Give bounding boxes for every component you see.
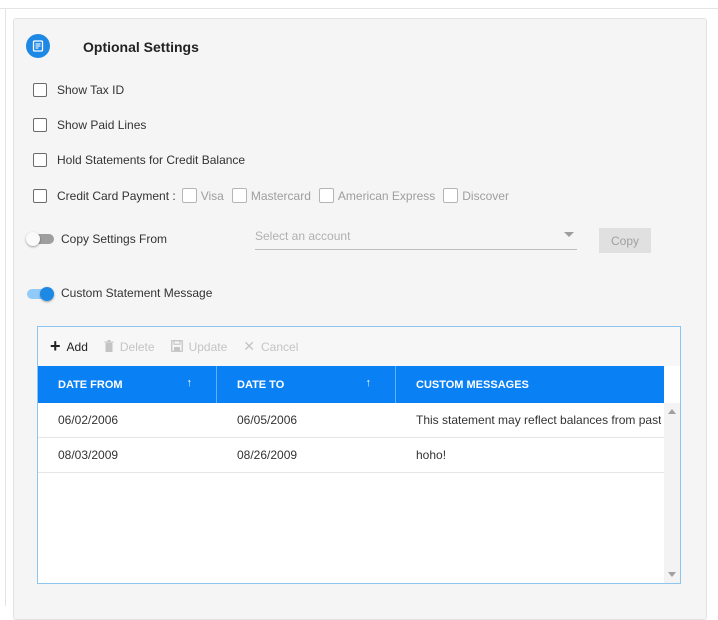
left-divider [5,8,6,606]
copy-settings-label: Copy Settings From [61,232,168,246]
copy-settings-toggle[interactable] [26,230,54,248]
update-button[interactable]: Update [170,339,228,355]
custom-messages-grid: + Add Delete Update ✕ Cancel DATE FROM ↑… [37,326,681,584]
grid-toolbar: + Add Delete Update ✕ Cancel [38,327,680,366]
option-credit-card-payment: Credit Card Payment : Visa Mastercard Am… [33,188,517,203]
section-title: Optional Settings [83,39,199,55]
option-show-paid-lines: Show Paid Lines [33,118,146,132]
sort-arrow-icon: ↑ [365,377,372,389]
table-row[interactable]: 08/03/2009 08/26/2009 hoho! [38,438,664,473]
toggle-knob [40,287,54,301]
american-express-label: American Express [337,188,436,203]
show-tax-id-label: Show Tax ID [57,83,125,97]
cell-date-to: 06/05/2006 [237,413,298,427]
show-paid-lines-checkbox[interactable] [33,118,47,132]
vertical-scrollbar[interactable] [664,403,680,583]
update-label: Update [188,339,228,354]
show-tax-id-checkbox[interactable] [33,83,47,97]
mastercard-label: Mastercard [250,188,311,203]
grid-header: DATE FROM ↑ DATE TO ↑ CUSTOM MESSAGES [38,366,664,403]
column-header-label: DATE FROM [58,378,123,391]
mastercard-checkbox[interactable] [231,188,247,203]
toggle-knob [26,232,40,246]
trash-icon [104,339,114,355]
credit-card-payment-label: Credit Card Payment : [57,188,176,203]
cell-date-from: 08/03/2009 [58,448,119,462]
column-header-date-from[interactable]: DATE FROM ↑ [38,366,217,403]
cancel-button[interactable]: ✕ Cancel [243,338,298,355]
column-header-date-to[interactable]: DATE TO ↑ [217,366,396,403]
hold-statements-label: Hold Statements for Credit Balance [57,153,246,167]
top-bar [0,0,718,9]
header-scroll-gap [664,366,680,403]
option-show-tax-id: Show Tax ID [33,83,124,97]
custom-message-toggle[interactable] [27,285,54,303]
delete-button[interactable]: Delete [104,339,155,355]
account-select[interactable]: Select an account [255,227,577,250]
visa-checkbox[interactable] [181,188,197,203]
cell-date-to: 08/26/2009 [237,448,298,462]
copy-button[interactable]: Copy [599,228,651,253]
visa-label: Visa [200,188,224,203]
delete-label: Delete [119,339,155,354]
discover-checkbox[interactable] [443,188,459,203]
column-header-custom-messages[interactable]: CUSTOM MESSAGES [396,366,664,403]
scroll-down-icon[interactable] [668,572,676,577]
cancel-label: Cancel [261,339,299,354]
cell-message: This statement may reflect balances from… [416,413,662,427]
credit-card-payment-checkbox[interactable] [33,188,47,203]
column-header-label: DATE TO [237,378,285,391]
scroll-up-icon[interactable] [668,409,676,414]
add-label: Add [66,339,88,354]
show-paid-lines-label: Show Paid Lines [57,118,147,132]
add-button[interactable]: + Add [50,336,88,357]
close-icon: ✕ [243,338,255,354]
hold-statements-checkbox[interactable] [33,153,47,167]
custom-message-label: Custom Statement Message [61,286,213,300]
grid-body: 06/02/2006 06/05/2006 This statement may… [38,403,664,473]
column-header-label: CUSTOM MESSAGES [416,378,529,391]
discover-label: Discover [462,188,509,203]
account-select-placeholder: Select an account [255,229,351,243]
option-hold-statements: Hold Statements for Credit Balance [33,153,245,167]
save-icon [170,339,183,355]
document-icon [26,34,50,58]
cell-message: hoho! [416,448,447,462]
plus-icon: + [50,336,61,356]
chevron-down-icon [564,232,574,237]
sort-arrow-icon: ↑ [186,377,193,389]
card-type-options: Visa Mastercard American Express Discove… [181,188,517,203]
cell-date-from: 06/02/2006 [58,413,119,427]
table-row[interactable]: 06/02/2006 06/05/2006 This statement may… [38,403,664,438]
american-express-checkbox[interactable] [318,188,334,203]
